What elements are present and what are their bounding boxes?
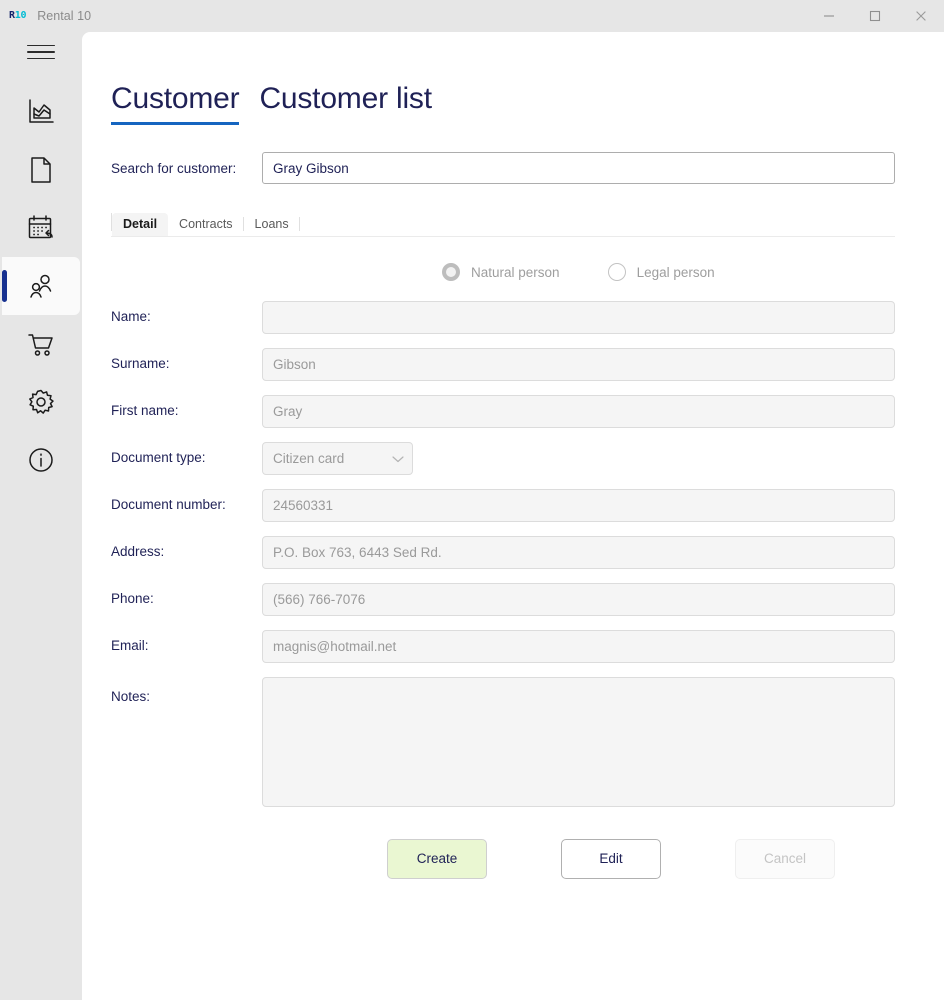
document-type-select[interactable]: Citizen card <box>262 442 413 475</box>
people-icon <box>26 271 56 301</box>
page-tab-customer[interactable]: Customer <box>111 82 240 125</box>
document-type-value: Citizen card <box>273 451 345 466</box>
field-row-email: Email: <box>111 630 895 663</box>
notes-textarea[interactable] <box>262 677 895 807</box>
page-header: Customer Customer list <box>82 32 944 125</box>
radio-legal-person-mark <box>607 263 626 281</box>
address-label: Address: <box>111 544 165 560</box>
cancel-button[interactable]: Cancel <box>735 839 835 879</box>
tab-contracts[interactable]: Contracts <box>168 213 244 237</box>
document-number-label: Document number: <box>111 497 226 513</box>
hamburger-icon <box>27 42 55 62</box>
close-button[interactable] <box>898 0 944 32</box>
app-logo-10: 10 <box>14 10 27 21</box>
search-label: Search for customer: <box>111 160 237 176</box>
chevron-down-icon <box>392 451 404 466</box>
sidebar-item-settings[interactable] <box>2 373 80 431</box>
phone-input[interactable] <box>262 583 895 616</box>
name-label: Name: <box>111 309 151 325</box>
create-button[interactable]: Create <box>387 839 487 879</box>
radio-natural-person-mark <box>442 263 460 281</box>
field-row-name: Name: <box>111 301 895 334</box>
first-name-label: First name: <box>111 403 179 419</box>
sidebar-item-about[interactable] <box>2 431 80 489</box>
window-title: Rental 10 <box>37 9 92 23</box>
field-row-phone: Phone: <box>111 583 895 616</box>
area-chart-icon <box>26 97 56 127</box>
window-body: Customer Customer list Search for custom… <box>0 32 944 1000</box>
shopping-cart-icon <box>26 329 56 359</box>
search-input[interactable] <box>262 152 895 184</box>
notes-label: Notes: <box>111 689 151 704</box>
field-row-document-type: Document type: Citizen card <box>111 442 895 475</box>
form-actions: Create Edit Cancel <box>111 839 895 879</box>
tabstrip-wrapper: Detail Contracts Loans <box>82 209 944 237</box>
tabstrip: Detail Contracts Loans <box>111 209 895 237</box>
surname-label: Surname: <box>111 356 170 372</box>
customer-form: Name: Surname: First name: Document type… <box>82 301 944 879</box>
page-tab-customer-list[interactable]: Customer list <box>259 82 432 122</box>
hamburger-menu-button[interactable] <box>0 32 82 72</box>
address-input[interactable] <box>262 536 895 569</box>
field-row-address: Address: <box>111 536 895 569</box>
maximize-button[interactable] <box>852 0 898 32</box>
document-number-input[interactable] <box>262 489 895 522</box>
window-controls <box>806 0 944 32</box>
sidebar-item-customers[interactable] <box>2 257 80 315</box>
person-type-group: Natural person Legal person <box>82 263 944 281</box>
radio-natural-person-label: Natural person <box>471 264 560 280</box>
phone-label: Phone: <box>111 591 154 607</box>
field-row-first-name: First name: <box>111 395 895 428</box>
search-row: Search for customer: <box>82 152 944 184</box>
field-row-document-number: Document number: <box>111 489 895 522</box>
minimize-button[interactable] <box>806 0 852 32</box>
sidebar-item-orders[interactable] <box>2 315 80 373</box>
field-row-surname: Surname: <box>111 348 895 381</box>
document-type-label: Document type: <box>111 450 206 466</box>
sidebar-item-calendar-return[interactable] <box>2 199 80 257</box>
title-bar: R10 Rental 10 <box>0 0 944 32</box>
radio-legal-person-label: Legal person <box>636 264 715 280</box>
tab-detail[interactable]: Detail <box>112 212 169 236</box>
gear-icon <box>26 387 56 417</box>
app-logo-icon: R10 <box>9 11 26 21</box>
sidebar-nav <box>0 83 82 489</box>
radio-legal-person[interactable]: Legal person <box>607 263 715 281</box>
sidebar <box>0 32 82 1000</box>
email-label: Email: <box>111 638 149 654</box>
calendar-return-icon <box>26 213 56 243</box>
field-row-notes: Notes: <box>111 677 895 807</box>
sidebar-item-analytics[interactable] <box>2 83 80 141</box>
surname-input[interactable] <box>262 348 895 381</box>
sidebar-item-documents[interactable] <box>2 141 80 199</box>
first-name-input[interactable] <box>262 395 895 428</box>
main-content: Customer Customer list Search for custom… <box>82 32 944 1000</box>
tab-loans[interactable]: Loans <box>244 213 300 237</box>
email-input[interactable] <box>262 630 895 663</box>
app-window: R10 Rental 10 Customer Customer list Sea… <box>0 0 944 1000</box>
document-icon <box>26 155 56 185</box>
edit-button[interactable]: Edit <box>561 839 661 879</box>
info-icon <box>26 445 56 475</box>
name-input[interactable] <box>262 301 895 334</box>
radio-natural-person[interactable]: Natural person <box>442 263 560 281</box>
